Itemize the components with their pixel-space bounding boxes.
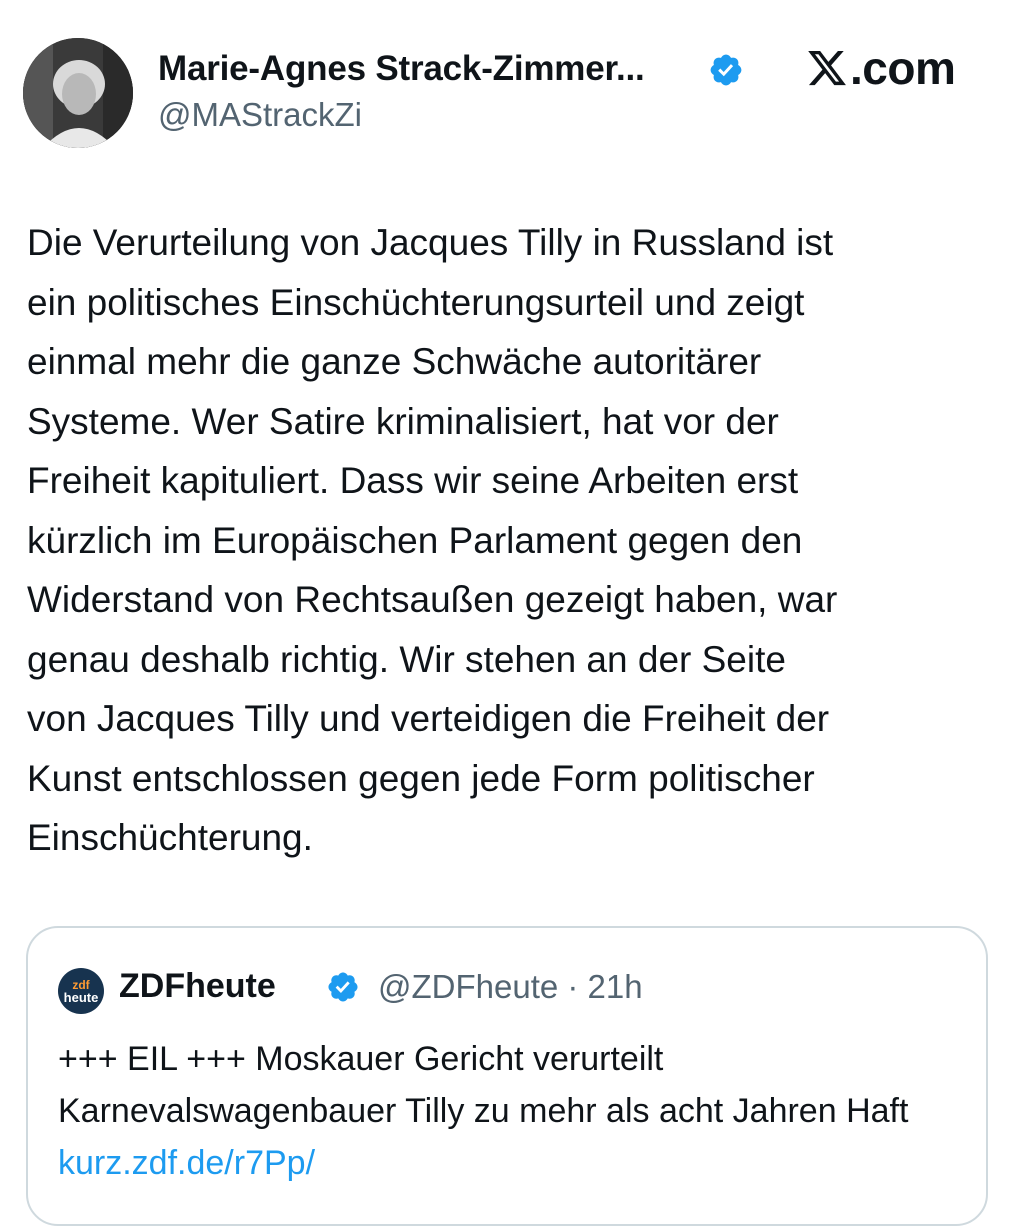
verified-badge-icon: [710, 54, 742, 86]
quoted-author-name[interactable]: ZDFheute: [119, 967, 276, 1006]
x-logo-icon: [808, 50, 846, 86]
verified-badge-icon: [328, 972, 358, 1002]
quoted-author-avatar[interactable]: zdf heute: [58, 968, 104, 1014]
avatar-line-1: zdf: [72, 977, 90, 992]
quoted-author-handle-time[interactable]: @ZDFheute · 21h: [378, 968, 643, 1006]
author-display-name[interactable]: Marie-Agnes Strack-Zimmer...: [158, 49, 645, 89]
avatar-line-2: heute: [63, 989, 99, 1005]
quoted-tweet-card[interactable]: zdf heute ZDFheute @ZDFheute · 21h +++ E…: [26, 926, 988, 1226]
author-avatar[interactable]: [23, 38, 133, 148]
tweet-body: Die Verurteilung von Jacques Tilly in Ru…: [27, 222, 838, 858]
x-brand-mark: .com: [806, 42, 956, 94]
author-handle[interactable]: @MAStrackZi: [158, 96, 362, 134]
quoted-tweet-link[interactable]: kurz.zdf.de/r7Pp/: [58, 1144, 315, 1182]
brand-domain-text: .com: [850, 42, 956, 94]
quoted-tweet-body: +++ EIL +++ Moskauer Gericht verurteilt …: [58, 1033, 958, 1189]
portrait-image: [23, 38, 133, 148]
quoted-tweet-text: +++ EIL +++ Moskauer Gericht verurteilt …: [58, 1040, 909, 1130]
